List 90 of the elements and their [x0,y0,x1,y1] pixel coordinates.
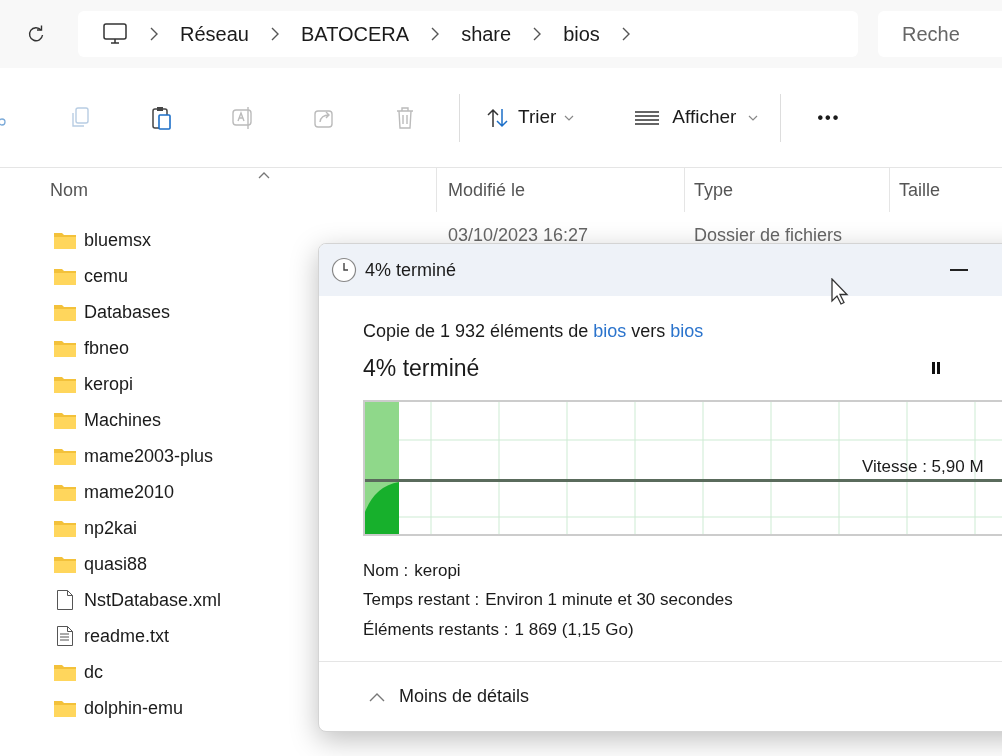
chevron-up-icon [369,691,385,702]
file-row[interactable]: Machines [0,402,170,438]
detail-value: Environ 1 minute et 30 secondes [485,589,733,611]
file-row[interactable]: mame2003-plus [0,438,222,474]
file-name: fbneo [84,336,130,360]
file-type: Dossier de fichiers [693,224,843,247]
chevron-right-icon [431,27,440,41]
breadcrumb-item[interactable]: bios [563,19,600,49]
clock-icon [331,257,357,283]
column-header[interactable]: Taille [890,168,941,212]
file-row[interactable]: readme.txt [0,618,178,654]
dialog-title: 4% terminé [365,258,457,282]
folder-icon [53,410,77,430]
computer-icon [102,22,128,46]
chevron-right-icon [270,27,279,41]
detail-label: Éléments restants : [363,618,509,641]
file-row[interactable]: keropi [0,366,142,402]
caret-icon [748,114,759,121]
folder-icon [53,554,77,574]
column-header[interactable]: Modifié le [437,168,685,212]
file-name: readme.txt [84,624,170,648]
file-row[interactable]: cemu [0,258,136,294]
file-name: quasi88 [84,552,148,576]
modified-date: 03/10/2023 16:27 [447,224,590,247]
chevron-right-icon [621,27,630,41]
breadcrumb-item[interactable]: BATOCERA [300,19,410,49]
file-row[interactable]: dc [0,654,111,690]
breadcrumb-item[interactable]: Réseau [180,19,249,49]
file-name: Databases [84,300,171,324]
details-toggle-button[interactable]: Moins de détails [369,683,530,710]
address-field[interactable]: Réseau BATOCERA share bios [78,11,858,57]
speed-area [365,481,399,534]
file-name: NstDatabase.xml [84,588,222,612]
copy-summary: Copie de 1 932 éléments de [363,321,590,341]
folder-icon [53,518,77,538]
source-link[interactable]: bios [593,321,627,341]
sort-icon [486,106,510,129]
more-button[interactable]: ••• [817,105,841,130]
column-header[interactable]: Type [685,168,890,212]
file-row[interactable]: bluemsx 03/10/2023 16:27 Dossier de fichiers [0,222,843,258]
speed-label: Vitesse : 5,90 M [862,455,984,478]
minimize-icon [950,269,969,271]
folder-icon [53,266,77,286]
file-name: keropi [84,372,134,396]
folder-icon [53,302,77,322]
chevron-right-icon [533,27,542,41]
file-name: cemu [84,264,128,288]
file-name: dc [84,660,103,684]
pause-icon [931,362,942,375]
file-row[interactable]: np2kai [0,510,146,546]
view-button[interactable]: Afficher [626,93,767,142]
detail-label: Temps restant : [363,589,480,611]
file-name: Machines [84,408,162,432]
text-file-icon [56,625,74,647]
caret-icon [564,114,575,121]
folder-icon [53,698,77,718]
search-field[interactable]: Reche [878,11,1002,57]
column-header[interactable]: Nom [0,168,437,212]
destination-link[interactable]: bios [670,321,704,341]
detail-value: 1 869 (1,15 Go) [514,618,634,641]
progress-heading: 4% terminé [363,354,480,383]
file-name: mame2010 [84,480,175,504]
file-name: dolphin-emu [84,696,184,720]
folder-icon [53,230,77,250]
file-row[interactable]: quasi88 [0,546,156,582]
breadcrumb-item[interactable]: share [461,19,512,49]
file-row[interactable]: Databases [0,294,179,330]
copy-joiner: vers [630,321,667,341]
file-row[interactable]: fbneo [0,330,138,366]
refresh-icon[interactable] [26,24,46,44]
file-name: np2kai [84,516,138,540]
sort-button[interactable]: Trier [474,93,587,142]
chevron-right-icon [150,27,158,41]
paste-icon[interactable] [149,104,174,131]
detail-label: Nom : [363,559,409,582]
file-row[interactable]: mame2010 [0,474,183,510]
rename-icon[interactable] [230,104,255,131]
file-row[interactable]: dolphin-emu [0,690,192,726]
file-name: mame2003-plus [84,444,214,468]
document-icon [56,589,74,611]
sort-ascending-icon [258,172,270,179]
folder-icon [53,482,77,502]
detail-value: keropi [414,559,461,582]
folder-icon [53,338,77,358]
folder-icon [53,662,77,682]
lines-icon [634,109,661,126]
folder-icon [53,374,77,394]
file-name: bluemsx [84,228,152,252]
folder-icon [53,446,77,466]
file-row[interactable]: NstDatabase.xml [0,582,230,618]
